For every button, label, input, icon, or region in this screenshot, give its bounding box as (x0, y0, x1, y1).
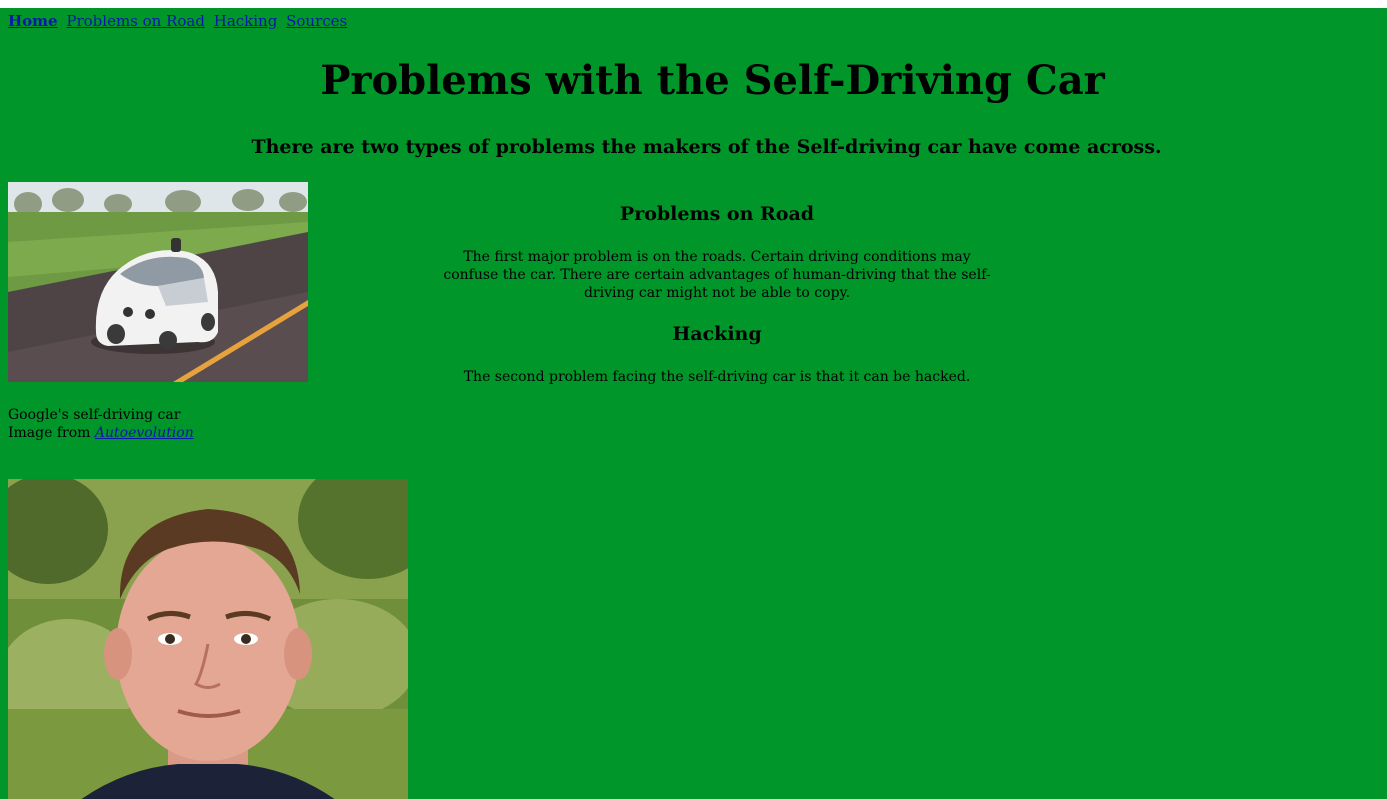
section-text-problems-on-road: The first major problem is on the roads.… (443, 249, 991, 301)
author-portrait-image (8, 479, 408, 799)
page-title: Problems with the Self-Driving Car (320, 57, 1105, 104)
credit-prefix: Image from (8, 425, 91, 441)
caption-text: Google's self-driving car (8, 407, 181, 423)
nav-link-home[interactable]: Home (8, 12, 58, 30)
top-nav: Home Problems on Road Hacking Sources (8, 12, 351, 30)
autoevolution-link[interactable]: Autoevolution (95, 425, 194, 441)
nav-link-problems-on-road[interactable]: Problems on Road (66, 12, 205, 30)
nav-link-sources[interactable]: Sources (286, 12, 347, 30)
nav-link-hacking[interactable]: Hacking (214, 12, 278, 30)
section-heading-problems-on-road: Problems on Road (619, 203, 815, 225)
page-subtitle: There are two types of problems the make… (251, 136, 1162, 158)
section-heading-hacking: Hacking (672, 323, 762, 345)
car-image-caption: Google's self-driving car Image from Aut… (8, 406, 194, 442)
self-driving-car-image (8, 182, 308, 382)
section-text-hacking: The second problem facing the self-drivi… (463, 369, 971, 385)
caption-credit: Image from Autoevolution (8, 424, 194, 442)
page-body: Home Problems on Road Hacking Sources Pr… (0, 8, 1387, 799)
